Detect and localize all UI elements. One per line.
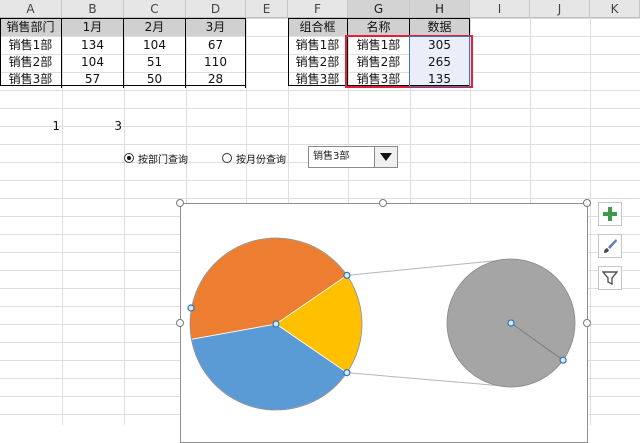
sales-header-cell[interactable]: 2月 — [124, 18, 186, 36]
brush-icon — [604, 239, 617, 253]
lookup-header-cell[interactable]: 名称 — [348, 18, 410, 36]
sales-data-cell[interactable]: 销售1部 — [0, 36, 62, 54]
sales-data-cell[interactable]: 销售2部 — [0, 53, 62, 71]
radio-month[interactable]: 按月份查询 — [222, 150, 286, 166]
column-header-e[interactable]: E — [246, 0, 288, 18]
column-header-j[interactable]: J — [530, 0, 590, 18]
sales-data-cell[interactable]: 50 — [124, 70, 186, 88]
selection-range — [409, 36, 470, 87]
radio-month-label: 按月份查询 — [236, 154, 286, 166]
sales-data-cell[interactable]: 110 — [186, 53, 246, 71]
resize-handle-top-left[interactable] — [176, 199, 184, 207]
radio-department-label: 按部门查询 — [138, 154, 188, 166]
combobox-value: 销售3部 — [313, 151, 350, 162]
resize-handle-right[interactable] — [583, 319, 591, 327]
sales-data-cell[interactable]: 67 — [186, 36, 246, 54]
radio-department[interactable]: 按部门查询 — [124, 150, 188, 166]
sales-data-cell[interactable]: 134 — [62, 36, 124, 54]
lookup-header-cell[interactable]: 数据 — [410, 18, 470, 36]
lookup-data-cell[interactable]: 销售3部 — [288, 70, 348, 88]
sales-data-cell[interactable]: 104 — [124, 36, 186, 54]
sales-header-cell[interactable]: 销售部门 — [0, 18, 62, 36]
column-header-g[interactable]: G — [348, 0, 410, 18]
plus-icon — [603, 207, 617, 221]
column-header-d[interactable]: D — [186, 0, 246, 18]
lookup-data-cell[interactable]: 销售1部 — [288, 36, 348, 54]
combobox-arrow-button[interactable] — [374, 147, 397, 167]
sales-data-cell[interactable]: 57 — [62, 70, 124, 88]
column-header-f[interactable]: F — [288, 0, 348, 18]
column-header-i[interactable]: I — [470, 0, 530, 18]
sales-header-cell[interactable]: 1月 — [62, 18, 124, 36]
sales-data-cell[interactable]: 28 — [186, 70, 246, 88]
column-header-a[interactable]: A — [0, 0, 62, 18]
cell-b8[interactable]: 3 — [92, 117, 122, 135]
resize-handle-top-right[interactable] — [583, 199, 591, 207]
resize-handle-top[interactable] — [379, 199, 387, 207]
sales-header-cell[interactable]: 3月 — [186, 18, 246, 36]
department-combobox[interactable]: 销售3部 — [308, 146, 398, 168]
filter-icon — [602, 271, 618, 286]
column-header-b[interactable]: B — [62, 0, 124, 18]
radio-department-dot[interactable] — [124, 153, 134, 163]
chart-elements-button[interactable] — [598, 202, 622, 226]
sales-data-cell[interactable]: 销售3部 — [0, 70, 62, 88]
sales-data-cell[interactable]: 51 — [124, 53, 186, 71]
lookup-header-cell[interactable]: 组合框 — [288, 18, 348, 36]
resize-handle-left[interactable] — [176, 319, 184, 327]
chart-filters-button[interactable] — [598, 266, 622, 290]
column-header-h[interactable]: H — [410, 0, 470, 18]
chart-area[interactable] — [180, 203, 588, 443]
triangle-down-icon — [380, 153, 392, 161]
column-header-k[interactable]: K — [590, 0, 640, 18]
lookup-data-cell[interactable]: 销售2部 — [288, 53, 348, 71]
sales-data-cell[interactable]: 104 — [62, 53, 124, 71]
chart-styles-button[interactable] — [598, 234, 622, 258]
column-header-c[interactable]: C — [124, 0, 186, 18]
cell-a8[interactable]: 1 — [32, 117, 60, 135]
radio-month-dot[interactable] — [222, 153, 232, 163]
